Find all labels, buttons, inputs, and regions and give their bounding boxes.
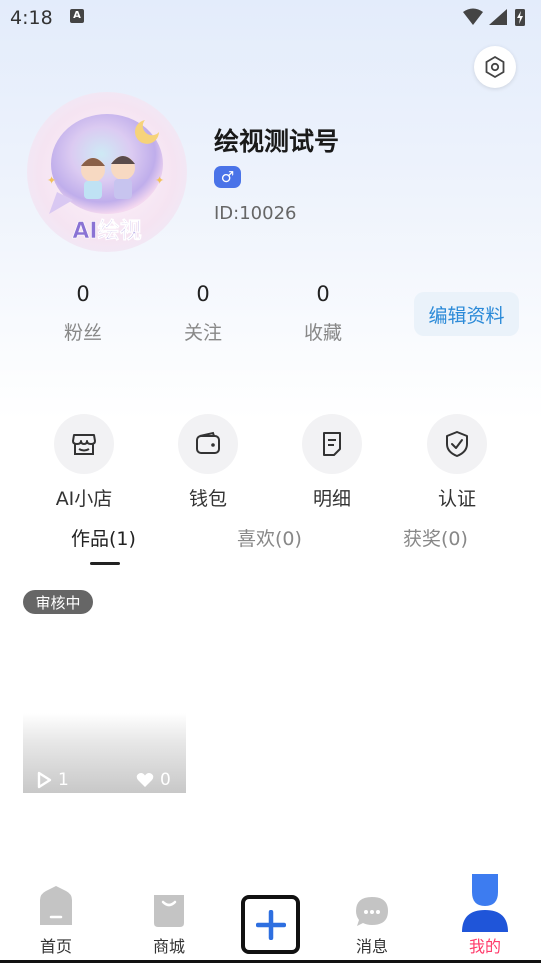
person-icon xyxy=(462,874,508,932)
username: 绘视测试号 xyxy=(214,127,340,156)
wifi-icon xyxy=(463,8,483,25)
hexagon-settings-icon xyxy=(485,55,505,79)
nav-me[interactable]: 我的 xyxy=(450,870,520,956)
tab-works[interactable]: 作品(1) xyxy=(71,524,136,551)
tab-likes[interactable]: 喜欢(0) xyxy=(237,524,302,551)
work-like-count: 0 xyxy=(136,770,171,790)
gender-male-icon: ♂ xyxy=(214,166,241,188)
home-icon xyxy=(40,886,72,925)
stat-following-value: 0 xyxy=(196,282,210,306)
svg-text:✦: ✦ xyxy=(47,174,56,187)
wallet-icon xyxy=(196,431,220,454)
like-count-value: 0 xyxy=(160,770,171,790)
settings-button[interactable] xyxy=(474,46,516,88)
feature-verification[interactable]: 认证 xyxy=(412,414,502,511)
feature-ai-store-label: AI小店 xyxy=(55,488,113,510)
system-status-icons xyxy=(463,8,525,26)
avatar[interactable]: ✦ ✦ AI绘视 xyxy=(27,92,187,252)
stat-fans[interactable]: 0 粉丝 xyxy=(38,282,128,345)
stat-following[interactable]: 0 关注 xyxy=(158,282,248,345)
stat-fans-label: 粉丝 xyxy=(63,322,102,344)
feature-wallet[interactable]: 钱包 xyxy=(163,414,253,511)
stat-favorites-value: 0 xyxy=(316,282,330,306)
tab-awards[interactable]: 获奖(0) xyxy=(403,524,468,551)
feature-ai-store-icon-wrap xyxy=(54,414,114,474)
stat-following-label: 关注 xyxy=(183,322,222,344)
status-bar: 4:18 A xyxy=(0,0,541,36)
stat-favorites-label: 收藏 xyxy=(303,322,342,344)
feature-verification-label: 认证 xyxy=(437,488,476,510)
chat-bubble-icon xyxy=(356,897,388,926)
work-play-count: 1 xyxy=(36,770,69,790)
svg-text:✦: ✦ xyxy=(155,174,164,187)
stat-fans-value: 0 xyxy=(76,282,90,306)
store-icon xyxy=(72,434,96,455)
play-icon xyxy=(37,771,52,789)
keyboard-indicator-icon: A xyxy=(70,9,84,23)
nav-home[interactable]: 首页 xyxy=(21,870,91,956)
status-time: 4:18 xyxy=(10,7,53,29)
user-id: ID:10026 xyxy=(214,203,297,224)
feature-details-icon-wrap xyxy=(302,414,362,474)
avatar-text: AI绘视 xyxy=(72,218,141,244)
nav-home-label: 首页 xyxy=(39,937,72,956)
tab-active-indicator xyxy=(90,562,120,565)
feature-details[interactable]: 明细 xyxy=(287,414,377,511)
bottom-nav: 首页 商城 消息 我的 xyxy=(0,870,541,963)
heart-icon xyxy=(136,773,154,787)
feature-ai-store[interactable]: AI小店 xyxy=(39,414,129,511)
review-status-badge: 审核中 xyxy=(23,590,93,614)
feature-verification-icon-wrap xyxy=(427,414,487,474)
avatar-illustration: ✦ ✦ AI绘视 xyxy=(47,114,164,244)
nav-me-label: 我的 xyxy=(468,937,501,956)
signal-icon xyxy=(489,9,507,25)
edit-profile-button[interactable]: 编辑资料 xyxy=(414,292,519,336)
create-button[interactable] xyxy=(241,895,300,954)
play-count-value: 1 xyxy=(58,770,69,790)
feature-details-label: 明细 xyxy=(312,488,351,510)
feature-wallet-label: 钱包 xyxy=(188,488,227,510)
nav-messages-label: 消息 xyxy=(355,937,388,956)
shield-check-icon xyxy=(446,431,468,457)
document-icon xyxy=(323,432,341,456)
nav-mall[interactable]: 商城 xyxy=(134,870,204,956)
shopping-bag-icon xyxy=(154,895,184,927)
stat-favorites[interactable]: 0 收藏 xyxy=(278,282,368,345)
plus-icon xyxy=(255,909,286,940)
feature-wallet-icon-wrap xyxy=(178,414,238,474)
nav-mall-label: 商城 xyxy=(152,937,185,956)
nav-messages[interactable]: 消息 xyxy=(337,870,407,956)
